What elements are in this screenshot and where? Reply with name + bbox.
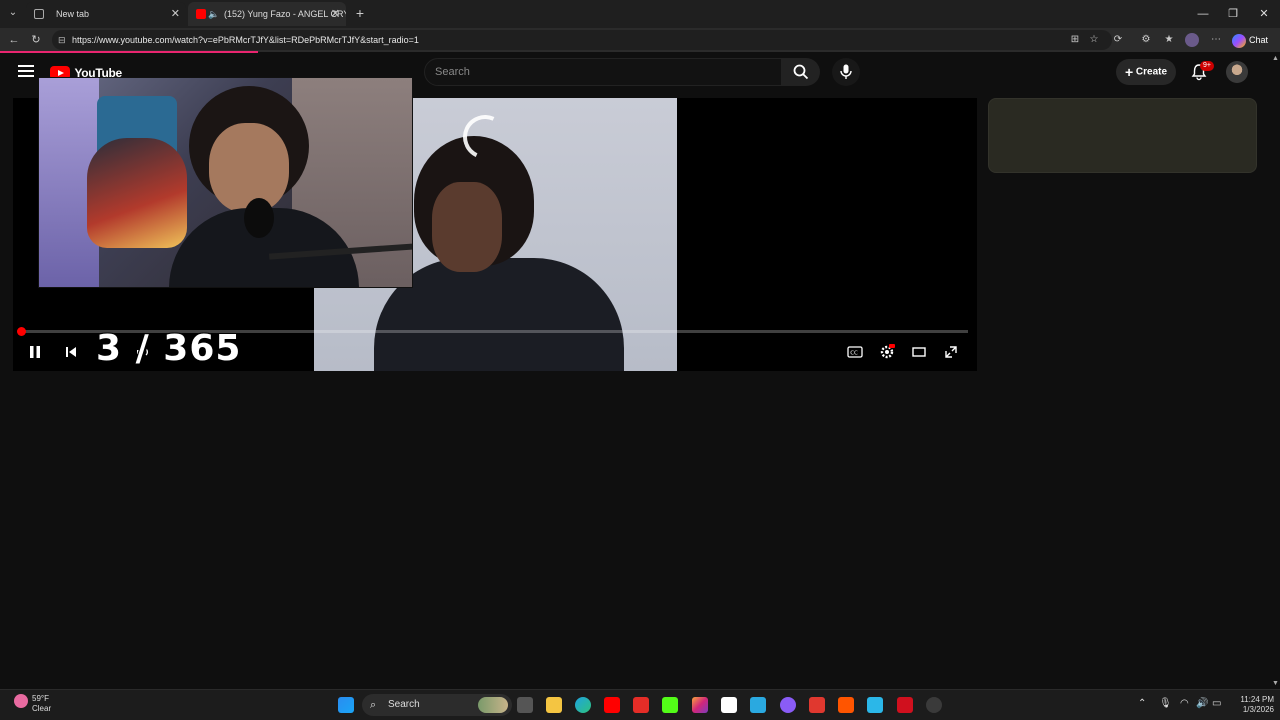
weather-icon [14, 694, 28, 708]
search-highlight-icon [478, 697, 508, 713]
facecam-helmet [87, 138, 187, 248]
copilot-icon [1232, 33, 1246, 48]
weather-temp: 59°F [32, 694, 49, 703]
start-windows-icon[interactable] [338, 697, 354, 713]
chat-label: Chat [1249, 35, 1269, 45]
tab-youtube[interactable]: 🔈 (152) Yung Fazo - ANGEL CRY ✕ [188, 2, 346, 26]
search-icon [793, 64, 809, 80]
address-bar[interactable]: ⊟ https://www.youtube.com/watch?v=ePbRMc… [52, 30, 1112, 50]
youtube-music-icon[interactable] [633, 697, 649, 713]
video-subject-face [432, 182, 502, 272]
copilot-chat-button[interactable]: Chat [1232, 31, 1276, 49]
create-label: Create [1135, 66, 1168, 78]
fullscreen-button[interactable] [941, 342, 961, 362]
extensions-icon[interactable]: ⟳ [1111, 33, 1125, 47]
battery-icon[interactable]: ▭ [1212, 698, 1221, 709]
minimize-button[interactable]: — [1188, 0, 1218, 28]
previous-button[interactable] [61, 342, 81, 362]
pause-icon [30, 346, 40, 358]
new-tab-button[interactable]: + [352, 4, 368, 22]
settings-button[interactable] [877, 342, 897, 362]
store-icon[interactable] [750, 697, 766, 713]
skip-previous-icon [66, 347, 76, 357]
create-button[interactable]: + Create [1116, 59, 1176, 85]
scroll-up-icon[interactable]: ▲ [1272, 55, 1279, 62]
wifi-icon[interactable]: ◠ [1180, 698, 1189, 709]
new-tab-favicon-icon [34, 9, 44, 19]
task-view-icon[interactable] [517, 697, 533, 713]
site-info-icon[interactable]: ⊟ [58, 30, 66, 50]
volume-tray-icon[interactable]: 🔊 [1196, 698, 1208, 709]
gmail-icon[interactable] [721, 697, 737, 713]
pause-button[interactable] [25, 342, 45, 362]
plus-icon: + [1124, 64, 1134, 80]
youtube-favicon-icon [196, 9, 206, 19]
account-avatar[interactable] [1226, 61, 1248, 83]
browser-essentials-icon[interactable]: ⚙ [1139, 33, 1153, 47]
url-text: https://www.youtube.com/watch?v=ePbRMcrT… [72, 35, 419, 45]
instagram-icon[interactable] [692, 697, 708, 713]
tab-actions-menu-icon[interactable]: ⌄ [4, 4, 22, 22]
microphone-icon [840, 64, 852, 79]
theater-mode-button[interactable] [909, 342, 929, 362]
close-window-button[interactable]: ✕ [1249, 0, 1279, 28]
search-icon: ⌕ [370, 699, 377, 711]
favorites-icon[interactable]: ★ [1162, 33, 1176, 47]
favorite-star-icon[interactable]: ☆ [1087, 33, 1101, 47]
svg-text:CC: CC [850, 351, 858, 357]
menu-icon[interactable] [18, 65, 34, 79]
more-menu-icon[interactable]: ⋯ [1209, 33, 1223, 47]
file-explorer-icon[interactable] [546, 697, 562, 713]
edge-browser-icon[interactable] [575, 697, 591, 713]
app-circle-icon[interactable] [780, 697, 796, 713]
back-button[interactable]: ← [6, 32, 22, 48]
close-tab-icon[interactable]: ✕ [331, 2, 340, 26]
scroll-down-icon[interactable]: ▼ [1272, 680, 1279, 687]
notification-badge: 9+ [1200, 61, 1214, 71]
clock-date: 1/3/2026 [1242, 705, 1274, 714]
show-hidden-icons-icon[interactable]: ⌃ [1138, 698, 1146, 709]
app-bird-icon[interactable] [867, 697, 883, 713]
weather-widget[interactable]: 59°F Clear [14, 694, 51, 714]
youtube-app-icon[interactable] [604, 697, 620, 713]
taskbar-search[interactable]: ⌕ Search [362, 694, 512, 716]
tab-title: (152) Yung Fazo - ANGEL CRY [224, 9, 346, 19]
soundcloud-icon[interactable] [838, 697, 854, 713]
close-tab-icon[interactable]: ✕ [171, 2, 180, 26]
app-available-icon[interactable]: ⊞ [1068, 33, 1082, 47]
reload-button[interactable]: ↻ [28, 32, 44, 48]
overlay-counter: 3 / 365 [96, 328, 242, 369]
facecam-face [209, 123, 289, 213]
profile-icon[interactable] [1185, 33, 1199, 47]
facecam-microphone [244, 198, 274, 238]
kick-icon[interactable] [662, 697, 678, 713]
sidebar-placeholder-card [988, 98, 1257, 173]
clock-time: 11:24 PM [1240, 695, 1274, 704]
search-button[interactable] [782, 58, 820, 86]
windows-taskbar: 59°F Clear ⌕ Search ⌃ 🎙 ◠ 🔊 ▭ 11:24 PM 1… [0, 689, 1280, 720]
browser-tab-bar: ⌄ New tab ✕ 🔈 (152) Yung Fazo - ANGEL CR… [0, 0, 1280, 28]
fullscreen-icon [945, 346, 957, 358]
theater-mode-icon [912, 347, 926, 357]
taskbar-clock[interactable]: 11:24 PM 1/3/2026 [1228, 695, 1274, 715]
netflix-icon[interactable] [897, 697, 913, 713]
facecam-overlay [38, 77, 413, 288]
tab-new-tab[interactable]: New tab ✕ [26, 2, 186, 26]
tab-title: New tab [56, 9, 90, 19]
taskbar-search-label: Search [388, 699, 420, 710]
microphone-tray-icon[interactable]: 🎙 [1159, 698, 1172, 709]
search-input[interactable]: Search [424, 58, 782, 86]
speaker-icon[interactable]: 🔈 [208, 2, 219, 26]
gear-icon [880, 344, 895, 359]
maximize-button[interactable]: ❐ [1218, 0, 1248, 28]
closed-captions-icon: CC [847, 346, 863, 358]
page-scrollbar[interactable]: ▲ ▼ [1270, 53, 1280, 689]
weather-desc: Clear [32, 704, 52, 713]
captions-button[interactable]: CC [845, 342, 865, 362]
app-red-icon[interactable] [809, 697, 825, 713]
chatgpt-icon[interactable] [926, 697, 942, 713]
browser-toolbar: ← ↻ ⊟ https://www.youtube.com/watch?v=eP… [0, 28, 1280, 52]
scrubber-handle[interactable] [17, 327, 26, 336]
voice-search-button[interactable] [832, 58, 860, 86]
